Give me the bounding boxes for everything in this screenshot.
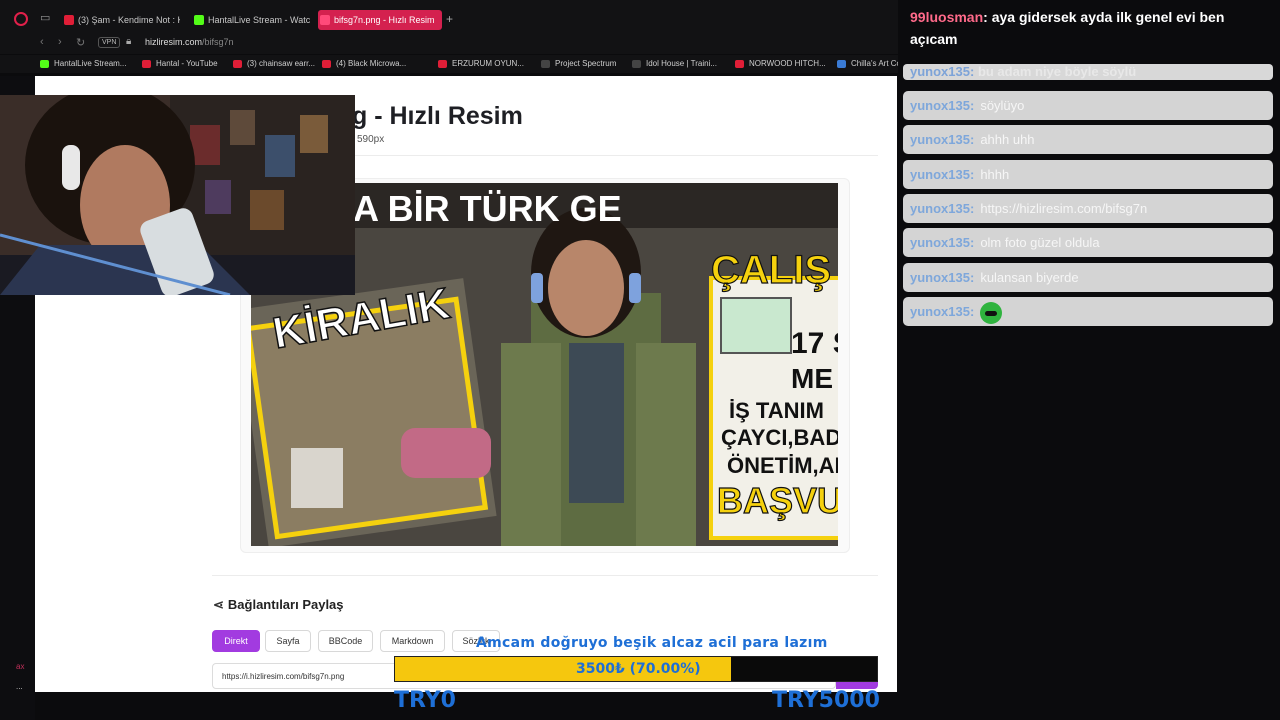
chat-username: yunox135:: [910, 167, 975, 182]
thumb-text-line: ÖNETİM,AM: [727, 453, 838, 478]
chat-text: https://hizliresim.com/bifsg7n: [980, 201, 1148, 216]
bookmark-item[interactable]: Hantal - YouTube: [142, 59, 218, 68]
share-icon: ⋖: [213, 597, 224, 612]
forward-icon[interactable]: ›: [58, 36, 62, 48]
thumb-text-right: ÇALIŞ: [711, 248, 831, 292]
chat-username: yunox135:: [910, 98, 975, 113]
new-tab-button[interactable]: +: [446, 12, 453, 26]
bookmark-item[interactable]: ERZURUM OYUN...: [438, 59, 524, 68]
youtube-favicon-icon: [64, 15, 74, 25]
chat-message: yunox135: olm foto güzel oldula: [903, 228, 1273, 257]
bookmark-label: Idol House | Traini...: [646, 59, 717, 68]
thumb-text-line: ME: [791, 363, 833, 394]
page-favicon-icon: [541, 60, 550, 68]
tab-kick-hantal[interactable]: HantalLive Stream - Watc: [192, 10, 310, 30]
bookmark-item[interactable]: Idol House | Traini...: [632, 59, 717, 68]
bookmark-label: NORWOOD HITCH...: [749, 59, 826, 68]
divider: [212, 575, 878, 576]
tab-hizliresim[interactable]: bifsg7n.png - Hızlı Resim: [318, 10, 442, 30]
chat-username: yunox135:: [910, 270, 975, 285]
chat-username: yunox135:: [910, 132, 975, 147]
chat-text: olm foto güzel oldula: [980, 235, 1100, 250]
youtube-favicon-icon: [142, 60, 151, 68]
chat-text: bu adam niye böyle söylü: [977, 64, 1137, 79]
tab-label: (3) Şam - Kendime Not : K: [78, 15, 180, 25]
chat-text: ahhh uhh: [980, 132, 1035, 147]
page-favicon-icon: [837, 60, 846, 68]
tabs-menu-icon[interactable]: ▭: [40, 12, 52, 24]
chat-username: yunox135:: [910, 201, 975, 216]
thumb-text-bottom: BAŞVU: [717, 480, 838, 521]
bookmark-label: Hantal - YouTube: [156, 59, 218, 68]
bookmark-label: ERZURUM OYUN...: [452, 59, 524, 68]
thumb-text-line: ÇAYCI,BADA: [721, 425, 838, 450]
sidebar-more[interactable]: ...: [16, 682, 23, 691]
webcam-overlay: [0, 95, 355, 295]
share-title-label: Bağlantıları Paylaş: [227, 597, 344, 612]
bookmark-item[interactable]: (4) Black Microwa...: [322, 59, 406, 68]
bookmark-item[interactable]: (3) chainsaw earr...: [233, 59, 315, 68]
opera-logo-icon[interactable]: [14, 12, 28, 26]
chat-text: hhhh: [980, 167, 1010, 182]
donation-goal-min: TRY0: [394, 688, 456, 713]
bookmark-item[interactable]: HantalLive Stream...: [40, 59, 126, 68]
lock-icon[interactable]: 🔒︎: [126, 36, 131, 47]
sidebar-item[interactable]: ax: [16, 662, 24, 671]
chat-message: yunox135: söylüyo: [903, 91, 1273, 120]
donation-goal-max: TRY5000: [772, 688, 880, 713]
bookmark-item[interactable]: Project Spectrum: [541, 59, 616, 68]
youtube-favicon-icon: [735, 60, 744, 68]
page-title: g - Hızlı Resim: [352, 102, 523, 130]
bookmark-label: (3) chainsaw earr...: [247, 59, 316, 68]
chat-message: yunox135: ahhh uhh: [903, 125, 1273, 154]
chat-username: yunox135:: [910, 304, 975, 319]
green-emote-icon: [980, 301, 1003, 324]
share-section-title: ⋖ Bağlantıları Paylaş: [213, 597, 344, 613]
reload-icon[interactable]: ↻: [76, 36, 85, 49]
youtube-favicon-icon: [322, 60, 331, 68]
webcam-graphic: [0, 95, 355, 295]
chat-text: söylüyo: [980, 98, 1025, 113]
thumb-text-line: İŞ TANIM: [729, 398, 824, 423]
image-dimensions: 590px: [357, 134, 385, 145]
tab-markdown[interactable]: Markdown: [380, 630, 445, 652]
page-favicon-icon: [632, 60, 641, 68]
url-path: /bifsg7n: [202, 37, 234, 47]
tab-direkt[interactable]: Direkt: [212, 630, 260, 652]
chat-username: yunox135:: [910, 235, 975, 250]
chat-username: 99luosman: [910, 9, 984, 25]
bookmark-label: HantalLive Stream...: [54, 59, 127, 68]
tab-youtube-sam[interactable]: (3) Şam - Kendime Not : K: [62, 10, 180, 30]
chat-message: yunox135:: [903, 297, 1273, 326]
chat-username: yunox135:: [910, 64, 975, 79]
youtube-favicon-icon: [438, 60, 447, 68]
vpn-badge[interactable]: VPN: [98, 37, 121, 48]
tab-sayfa[interactable]: Sayfa: [265, 630, 311, 652]
chat-message-featured: 99luosman: aya gidersek ayda ilk genel e…: [910, 9, 1225, 47]
chat-message: yunox135: https://hizliresim.com/bifsg7n: [903, 194, 1273, 223]
thumb-text-line: 17 S: [791, 327, 838, 360]
youtube-favicon-icon: [233, 60, 242, 68]
bookmark-label: (4) Black Microwa...: [336, 59, 407, 68]
donation-progress-label: 3500₺ (70.00%): [576, 661, 701, 677]
address-bar-row: [0, 34, 900, 54]
tab-label: bifsg7n.png - Hızlı Resim: [334, 15, 435, 25]
hizliresim-favicon-icon: [320, 15, 330, 25]
chat-message-partial-text: yunox135: bu adam niye böyle söylü: [910, 64, 1136, 79]
kick-favicon-icon: [194, 15, 204, 25]
url-field[interactable]: hizliresim.com/bifsg7n: [145, 37, 234, 47]
tab-bbcode[interactable]: BBCode: [318, 630, 373, 652]
bookmark-label: Project Spectrum: [555, 59, 617, 68]
bookmark-item[interactable]: NORWOOD HITCH...: [735, 59, 826, 68]
url-host: hizliresim.com: [145, 37, 203, 47]
tab-label: HantalLive Stream - Watc: [208, 15, 310, 25]
chat-message: yunox135: kulansan biyerde: [903, 263, 1273, 292]
back-icon[interactable]: ‹: [40, 36, 44, 48]
chat-message: yunox135: hhhh: [903, 160, 1273, 189]
kick-favicon-icon: [40, 60, 49, 68]
chat-text: kulansan biyerde: [980, 270, 1079, 285]
donation-goal-message: Amcam doğruyo beşik alcaz acil para lazı…: [476, 635, 828, 651]
